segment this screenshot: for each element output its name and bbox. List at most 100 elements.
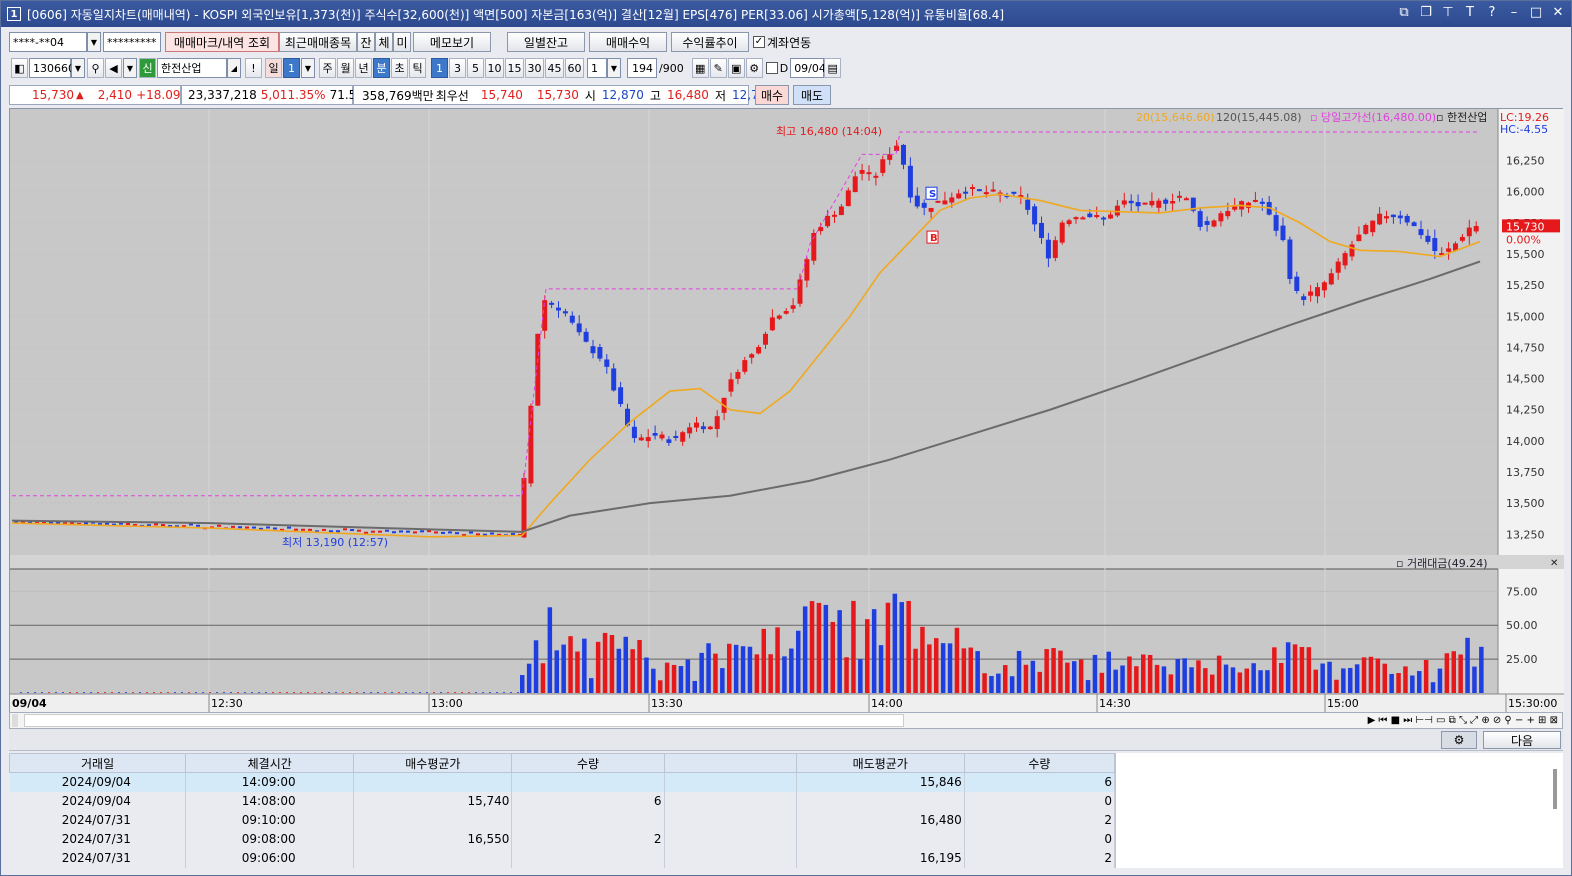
volume-bar [1203, 668, 1208, 693]
calendar-icon[interactable]: ▤ [824, 58, 842, 78]
volume-bar [968, 647, 973, 693]
indicator-icon[interactable]: ▦ [691, 58, 709, 78]
year-button[interactable]: 년 [355, 58, 372, 78]
daily-balance-button[interactable]: 일별잔고 [507, 32, 585, 52]
volume-bar [1092, 654, 1098, 693]
period-num-field[interactable]: 1 [283, 58, 300, 78]
tab-mi[interactable]: 미 [393, 32, 411, 52]
alert-button[interactable]: ! [245, 58, 262, 78]
week-button[interactable]: 주 [319, 58, 336, 78]
table-cell: 6 [511, 791, 665, 811]
pin-icon[interactable]: ⊤ [1441, 5, 1455, 21]
table-row[interactable]: 2024/09/04 14:08:00 15,740 6 0 [9, 791, 1116, 811]
table-header-6[interactable]: 수량 [963, 753, 1116, 773]
sell-button[interactable]: 매도 [793, 85, 831, 105]
trade-profit-button[interactable]: 매매수익 [589, 32, 667, 52]
account-dropdown-icon[interactable]: ▼ [87, 32, 101, 52]
interval-button-45[interactable]: 45 [545, 58, 564, 78]
count-field[interactable]: 1 [587, 58, 607, 78]
table-scrollbar[interactable] [1553, 769, 1557, 809]
candle-body [521, 477, 527, 538]
code-dropdown-icon[interactable]: ▼ [71, 58, 85, 78]
volume-bar [713, 653, 718, 693]
account-field[interactable]: ****-**04 [9, 32, 87, 52]
candle-body [949, 197, 955, 203]
grid-settings-button[interactable]: ⚙ [1441, 731, 1477, 749]
candle-body [714, 416, 720, 430]
interval-button-3[interactable]: 3 [449, 58, 466, 78]
table-header-4[interactable] [663, 753, 797, 773]
tab-che[interactable]: 체 [375, 32, 393, 52]
interval-button-30[interactable]: 30 [525, 58, 544, 78]
table-row[interactable]: 2024/07/31 09:06:00 16,195 2 [9, 848, 1116, 868]
candle-body [542, 300, 548, 331]
password-field[interactable]: ********* [103, 32, 161, 52]
maximize-icon[interactable]: □ [1529, 5, 1543, 21]
close-icon[interactable]: ✕ [1551, 5, 1565, 21]
name-dropdown-icon[interactable]: ◢ [227, 58, 241, 78]
table-header-2[interactable]: 매수평균가 [353, 753, 513, 773]
save-icon[interactable]: ▣ [727, 58, 745, 78]
period-day-button[interactable]: 일 [265, 58, 282, 78]
minute-button[interactable]: 분 [373, 58, 390, 78]
chart-area[interactable]: 16,25016,00015,75015,50015,25015,00014,7… [9, 108, 1564, 713]
count-dropdown-icon[interactable]: ▼ [607, 58, 621, 78]
link-checkbox[interactable]: ✓ [753, 36, 765, 48]
scroll-left-icon[interactable] [12, 714, 18, 727]
volume-bar [1354, 664, 1360, 693]
interval-button-15[interactable]: 15 [505, 58, 524, 78]
memo-button[interactable]: 메모보기 [413, 32, 491, 52]
table-header-1[interactable]: 체결시간 [185, 753, 355, 773]
volume-bar [468, 692, 470, 693]
profit-trend-button[interactable]: 수익률추이 [671, 32, 749, 52]
interval-button-5[interactable]: 5 [467, 58, 484, 78]
tick-button[interactable]: 틱 [409, 58, 426, 78]
data-count-field[interactable]: 194 [627, 58, 657, 78]
sound-icon[interactable]: ◀ [105, 58, 122, 78]
second-button[interactable]: 초 [391, 58, 408, 78]
copy-icon[interactable]: ❐ [1419, 5, 1433, 21]
table-header-5[interactable]: 매도평균가 [795, 753, 965, 773]
trade-mark-button[interactable]: 매매마크/내역 조회 [165, 32, 279, 52]
buy-button[interactable]: 매수 [755, 85, 789, 105]
date-label: 09/04 [12, 697, 47, 710]
volume-bar [685, 659, 691, 693]
stock-code-field[interactable]: 130660 [29, 58, 75, 78]
stock-name-field[interactable]: 한전산업 [157, 58, 227, 78]
scroll-thumb[interactable] [24, 714, 904, 727]
table-row[interactable]: 2024/07/31 09:08:00 16,550 2 0 [9, 829, 1116, 849]
interval-button-60[interactable]: 60 [565, 58, 584, 78]
settings-icon[interactable]: ⚙ [745, 58, 763, 78]
month-button[interactable]: 월 [337, 58, 354, 78]
candle-body [790, 305, 796, 309]
link-icon[interactable]: ⧉ [1397, 5, 1411, 21]
recent-trade-button[interactable]: 최근매매종목 [279, 32, 357, 52]
chart-svg[interactable]: 16,25016,00015,75015,50015,25015,00014,7… [10, 109, 1564, 713]
sound-dropdown-icon[interactable]: ▼ [123, 58, 137, 78]
table-row[interactable]: 2024/09/04 14:09:00 15,846 6 [9, 772, 1116, 792]
tool-icon[interactable]: ✎ [709, 58, 727, 78]
candle-body [1315, 287, 1320, 297]
minimize-icon[interactable]: – [1507, 5, 1521, 21]
volume-bar [671, 664, 677, 693]
table-header-3[interactable]: 수량 [511, 753, 665, 773]
period-dropdown-icon[interactable]: ▼ [301, 58, 315, 78]
help-icon[interactable]: ? [1485, 5, 1499, 21]
legend-high-line: ▫ 당일고가선(16,480.00) [1310, 110, 1436, 124]
candle-body [1335, 261, 1341, 273]
table-header-0[interactable]: 거래일 [8, 753, 187, 773]
tab-jan[interactable]: 잔 [357, 32, 375, 52]
font-icon[interactable]: T [1463, 5, 1477, 21]
date-checkbox[interactable] [765, 62, 778, 74]
chart-background [10, 109, 1564, 713]
interval-button-10[interactable]: 10 [485, 58, 504, 78]
next-button[interactable]: 다음 [1483, 731, 1561, 749]
table-row[interactable]: 2024/07/31 09:10:00 16,480 2 [9, 810, 1116, 830]
interval-button-1[interactable]: 1 [431, 58, 448, 78]
chart-scrollbar[interactable]: ▶ ⏮ ■ ⏭ ⊢⊣ ▭ ⧉ ⤡ ⤢ ⊕ ⊘ ⚲ − + ⊞ ⊠ [9, 712, 1563, 729]
layout-icon[interactable]: ◧ [11, 58, 28, 78]
table-cell: 2024/09/04 [9, 772, 187, 792]
search-icon[interactable]: ⚲ [87, 58, 104, 78]
chart-nav-icons[interactable]: ▶ ⏮ ■ ⏭ ⊢⊣ ▭ ⧉ ⤡ ⤢ ⊕ ⊘ ⚲ − + ⊞ ⊠ [1368, 715, 1558, 726]
date-field[interactable]: 09/04 [790, 58, 826, 78]
